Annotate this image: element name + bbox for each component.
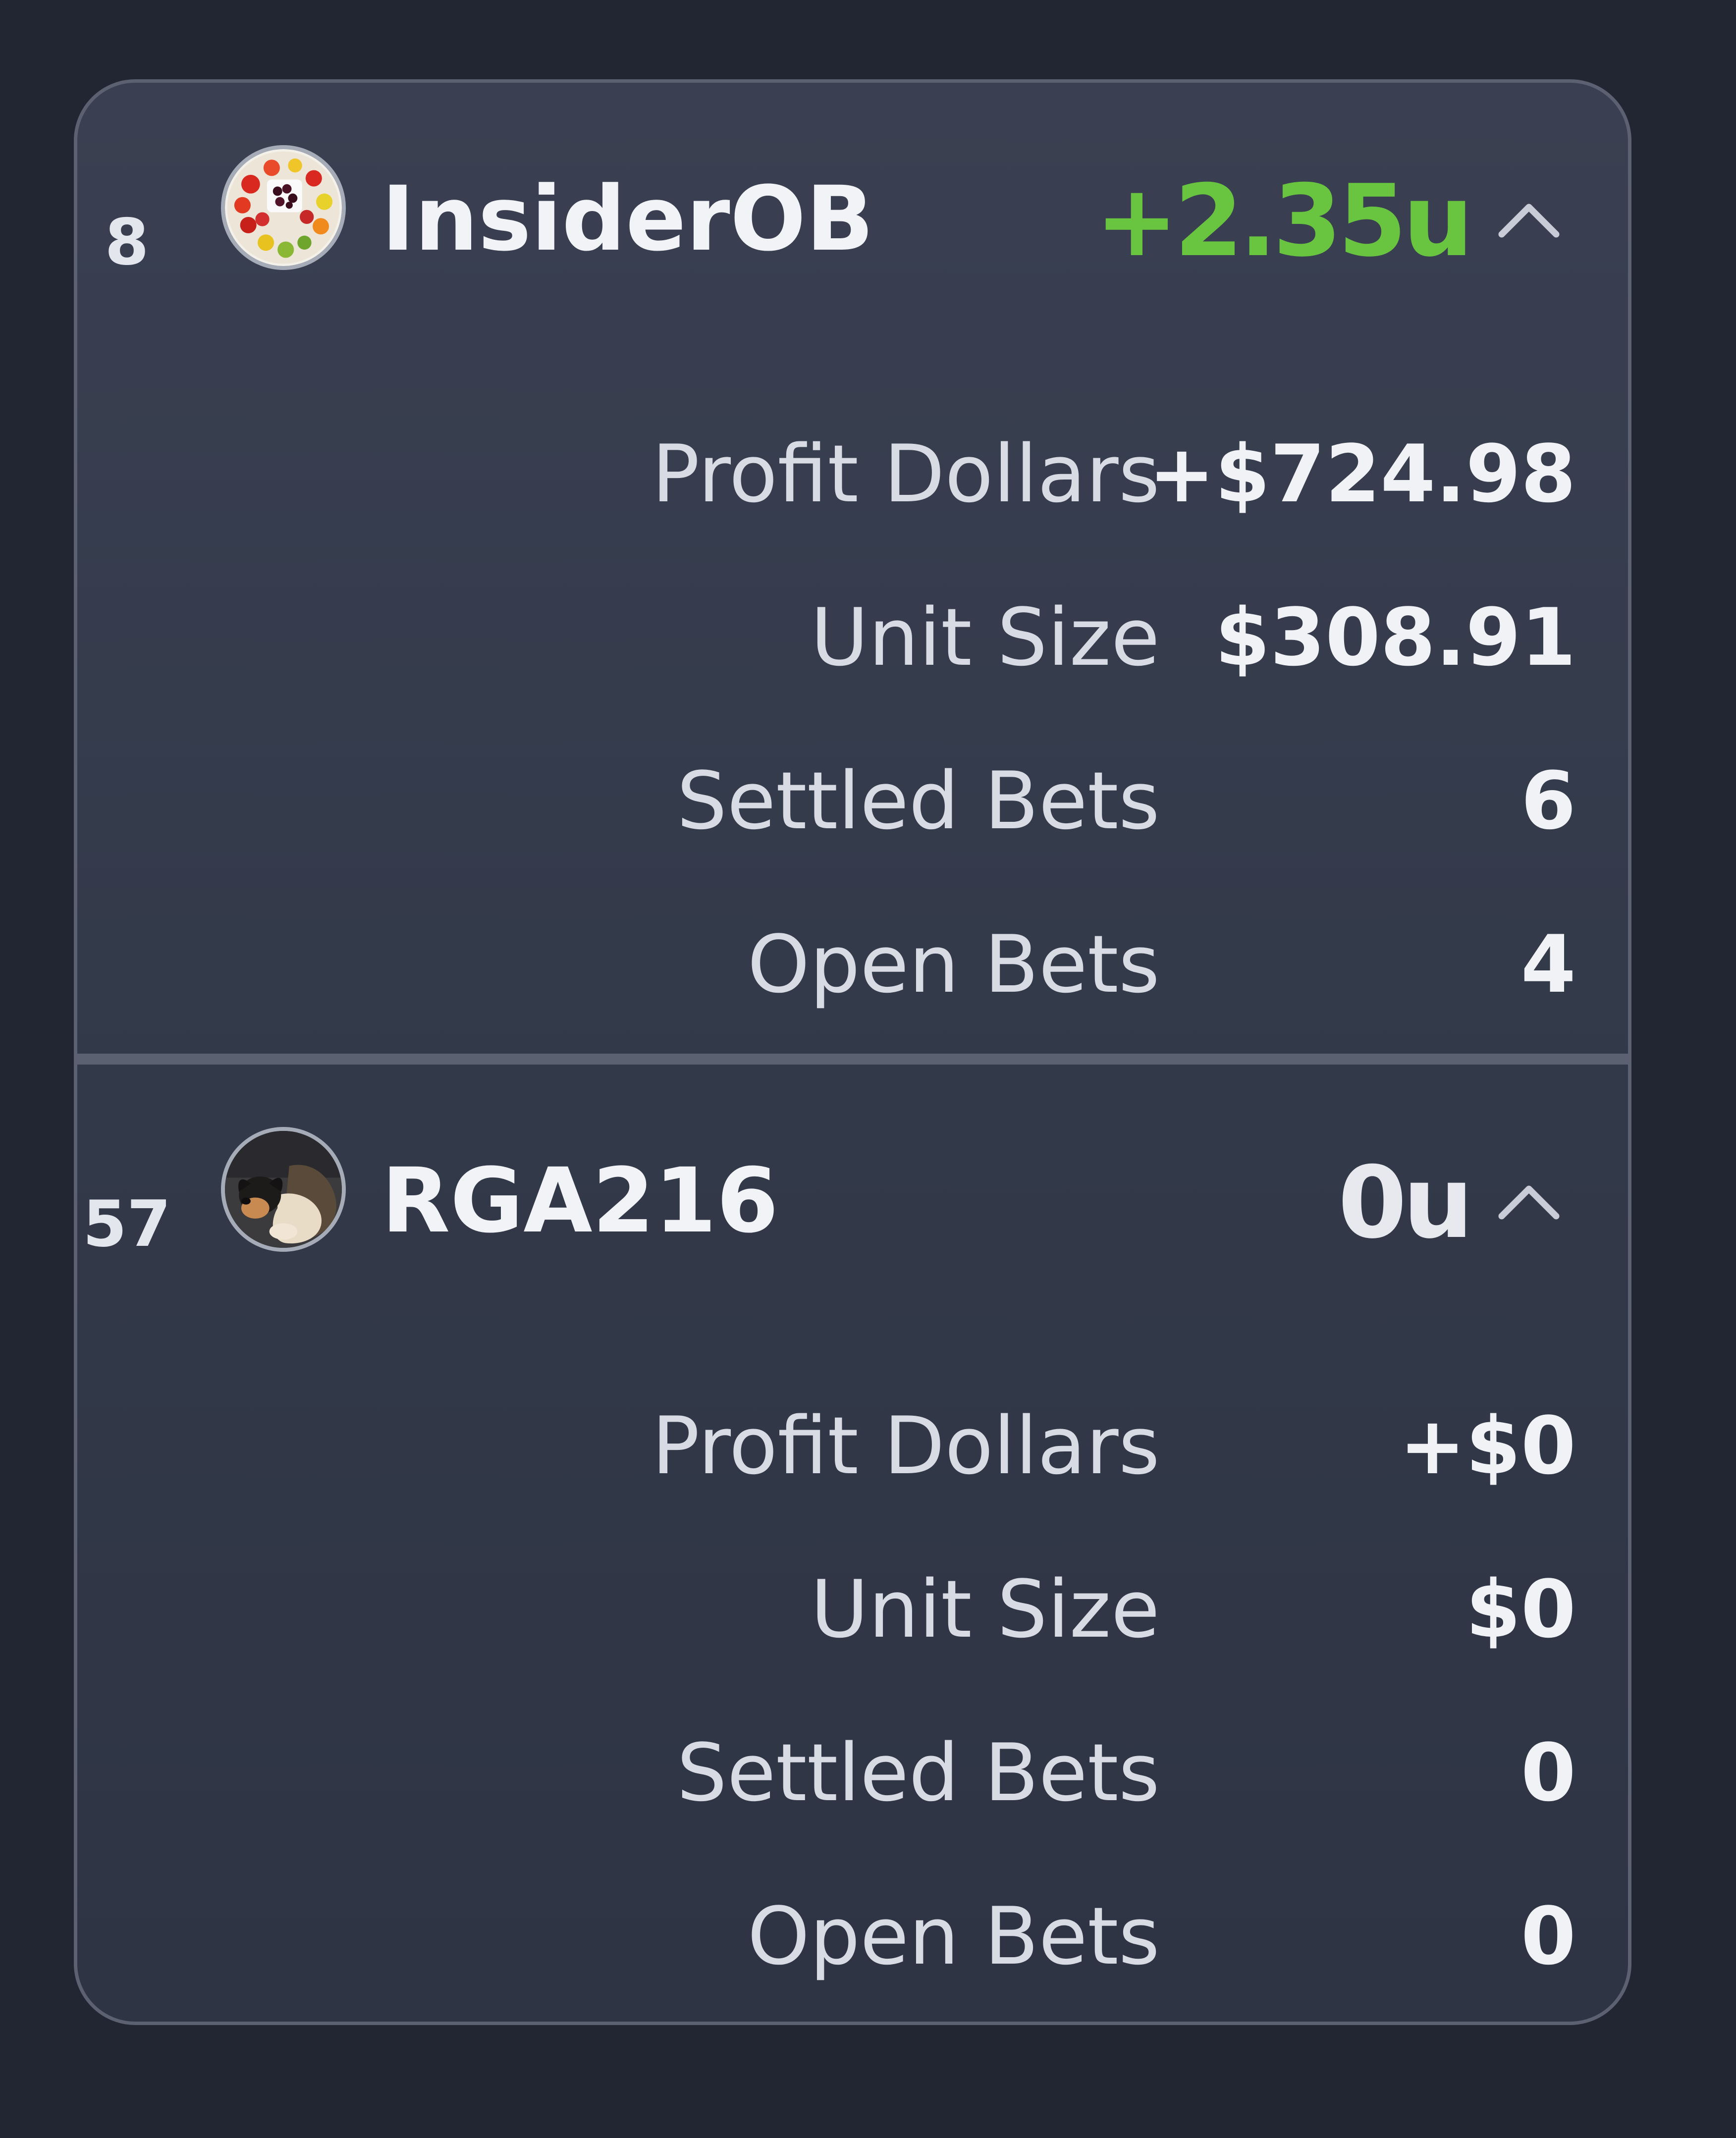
stat-value-unit-size: $308.91 [1215, 591, 1576, 684]
stat-value-open-bets: 4 [1520, 918, 1576, 1011]
stat-label-settled-bets: Settled Bets [676, 754, 1160, 847]
stat-label-profit-dollars: Profit Dollars [651, 428, 1160, 520]
stats-list: Profit Dollars +$0 Unit Size $0 Settled … [77, 1065, 1628, 2022]
stat-value-settled-bets: 6 [1520, 754, 1576, 847]
stat-value-unit-size: $0 [1465, 1563, 1576, 1656]
stats-list: Profit Dollars +$724.98 Unit Size $308.9… [77, 83, 1628, 1054]
entry-divider [77, 1054, 1628, 1065]
leaderboard-entry: 8 InsiderOB +2.35u Profit Dollars +$724.… [77, 83, 1628, 1054]
stat-label-open-bets: Open Bets [747, 1890, 1160, 1982]
stat-label-unit-size: Unit Size [811, 1563, 1160, 1656]
stat-value-settled-bets: 0 [1520, 1726, 1576, 1819]
stat-label-settled-bets: Settled Bets [676, 1726, 1160, 1819]
stat-value-profit-dollars: +$0 [1399, 1399, 1576, 1492]
stat-value-open-bets: 0 [1520, 1890, 1576, 1982]
stat-label-open-bets: Open Bets [747, 918, 1160, 1011]
leaderboard-entry: 57 RGA216 0u Profit Dollars +$0 Unit Siz… [77, 1065, 1628, 2022]
stat-value-profit-dollars: +$724.98 [1148, 428, 1576, 520]
stat-label-unit-size: Unit Size [811, 591, 1160, 684]
leaderboard-card: 8 InsiderOB +2.35u Profit Dollars +$724.… [74, 79, 1631, 2025]
stat-label-profit-dollars: Profit Dollars [651, 1399, 1160, 1492]
